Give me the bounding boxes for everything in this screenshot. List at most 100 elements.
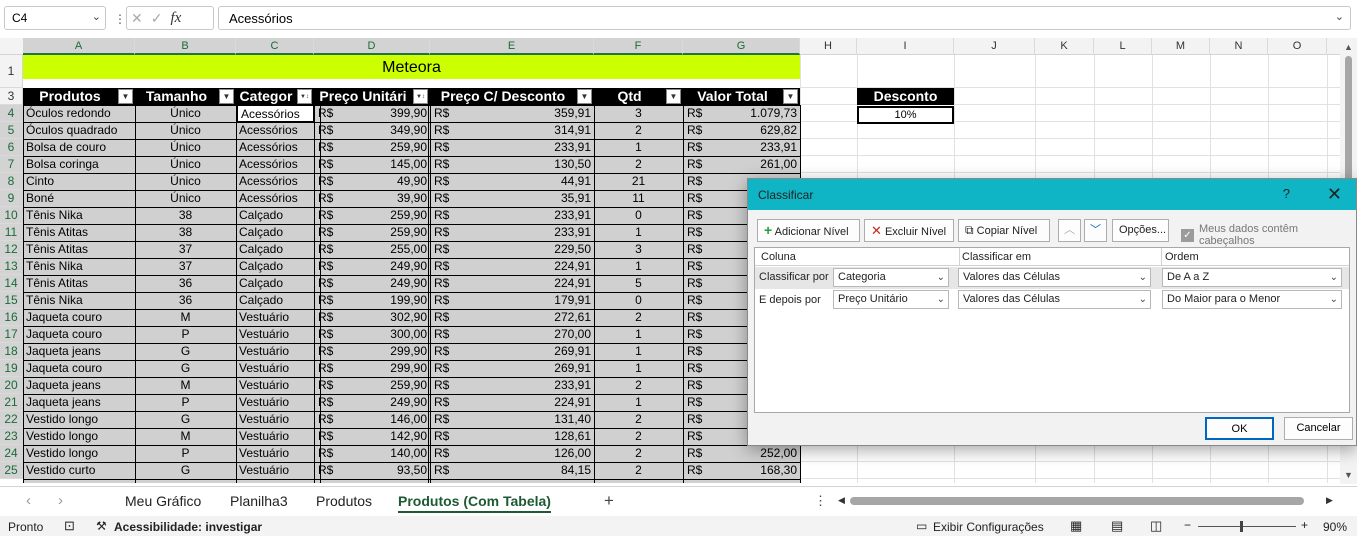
table-header-cell[interactable]: Tamanho	[135, 88, 218, 105]
order-select[interactable]: De A a Z ⌄	[1162, 268, 1342, 287]
row-header-21[interactable]: 21	[0, 394, 23, 411]
display-settings[interactable]: Exibir Configurações	[933, 520, 1044, 534]
table-cell[interactable]: 270,00	[430, 326, 594, 342]
table-cell[interactable]: 2	[594, 309, 683, 325]
close-icon[interactable]: ✕	[1327, 184, 1342, 205]
row-header-16[interactable]: 16	[0, 309, 23, 326]
table-cell[interactable]: Único	[135, 122, 236, 138]
zoom-slider-thumb[interactable]	[1240, 521, 1243, 532]
table-header-cell[interactable]: Produtos	[23, 88, 117, 105]
table-cell[interactable]: 1	[594, 394, 683, 410]
headers-checkbox[interactable]: ✓ Meus dados contêm cabeçalhos	[1181, 223, 1356, 247]
table-cell[interactable]: 269,91	[430, 343, 594, 359]
table-cell[interactable]: 131,40	[430, 411, 594, 427]
table-cell[interactable]: 224,91	[430, 258, 594, 274]
table-cell[interactable]: 3	[594, 241, 683, 257]
row-header-5[interactable]: 5	[0, 122, 23, 139]
table-cell[interactable]: Óculos redondo	[23, 105, 135, 121]
table-cell[interactable]: P	[135, 445, 236, 461]
table-cell[interactable]: Calçado	[236, 258, 314, 274]
column-header-o[interactable]: O	[1268, 38, 1327, 55]
chevron-down-icon[interactable]: ⌄	[1330, 269, 1338, 286]
table-cell[interactable]: Tênis Nika	[23, 207, 135, 223]
table-cell[interactable]: Jaqueta jeans	[23, 394, 135, 410]
table-cell[interactable]: Único	[135, 156, 236, 172]
table-cell[interactable]: 359,91	[430, 105, 594, 121]
table-cell[interactable]: 1	[594, 326, 683, 342]
column-header-b[interactable]: B	[135, 38, 236, 55]
row-header-25[interactable]: 25	[0, 462, 23, 479]
column-header-m[interactable]: M	[1152, 38, 1210, 55]
table-cell[interactable]: 0	[594, 207, 683, 223]
column-header-a[interactable]: A	[23, 38, 135, 55]
formula-input[interactable]: Acessórios ⌄	[218, 6, 1351, 30]
table-cell[interactable]: 35,91	[430, 190, 594, 206]
sort-filter-icon[interactable]: ▼↕	[413, 89, 428, 104]
table-cell[interactable]: 224,91	[430, 275, 594, 291]
table-cell[interactable]: Boné	[23, 190, 135, 206]
row-header-22[interactable]: 22	[0, 411, 23, 428]
table-cell[interactable]: 179,91	[430, 292, 594, 308]
column-header-c[interactable]: C	[236, 38, 314, 55]
filter-dropdown-icon[interactable]: ▼	[577, 89, 592, 104]
zoom-out-button[interactable]: −	[1184, 518, 1191, 532]
row-header-9[interactable]: 9	[0, 190, 23, 207]
row-header-14[interactable]: 14	[0, 275, 23, 292]
chevron-down-icon[interactable]: ⌄	[1139, 269, 1147, 286]
table-cell[interactable]: Acessórios	[236, 139, 314, 155]
delete-level-button[interactable]: ✕ Excluir Nível	[864, 219, 954, 242]
row-header-3[interactable]: 3	[0, 88, 23, 105]
scroll-left-icon[interactable]: ◀	[838, 495, 845, 506]
table-cell[interactable]: Único	[135, 105, 236, 121]
table-cell[interactable]: 2	[594, 462, 683, 478]
table-cell[interactable]: 2	[594, 428, 683, 444]
sort-on-select[interactable]: Valores das Células ⌄	[958, 290, 1151, 309]
table-cell[interactable]: Tênis Atitas	[23, 241, 135, 257]
row-header-6[interactable]: 6	[0, 139, 23, 156]
row-header-20[interactable]: 20	[0, 377, 23, 394]
chevron-down-icon[interactable]: ⌄	[92, 10, 101, 23]
table-cell[interactable]: Acessórios	[236, 173, 314, 189]
table-cell[interactable]: P	[135, 394, 236, 410]
table-cell[interactable]: Acessórios	[236, 156, 314, 172]
table-cell[interactable]: Óculos quadrado	[23, 122, 135, 138]
options-button[interactable]: Opções...	[1112, 219, 1169, 242]
table-cell[interactable]: M	[135, 377, 236, 393]
row-header-4[interactable]: 4	[0, 105, 23, 122]
row-header-24[interactable]: 24	[0, 445, 23, 462]
row-header-11[interactable]: 11	[0, 224, 23, 241]
table-cell[interactable]: Cinto	[23, 173, 135, 189]
table-cell[interactable]: Bolsa coringa	[23, 156, 135, 172]
table-cell[interactable]: Calçado	[236, 292, 314, 308]
table-cell[interactable]: Bolsa de couro	[23, 139, 135, 155]
table-cell[interactable]: 1	[594, 258, 683, 274]
table-cell[interactable]: 0	[594, 292, 683, 308]
table-cell[interactable]: 233,91	[430, 139, 594, 155]
table-header-cell[interactable]: Categor	[236, 88, 296, 105]
table-cell[interactable]: 1	[594, 139, 683, 155]
table-cell[interactable]: G	[135, 462, 236, 478]
horizontal-scrollbar-thumb[interactable]	[850, 497, 1304, 505]
table-cell[interactable]: Vestuário	[236, 462, 314, 478]
tab-next-icon[interactable]: ›	[58, 492, 63, 509]
table-cell[interactable]: 130,50	[430, 156, 594, 172]
table-cell[interactable]: Vestuário	[236, 394, 314, 410]
row-header-1[interactable]: 1	[0, 55, 23, 88]
scroll-up-icon[interactable]: ▲	[1344, 42, 1353, 52]
table-cell[interactable]: Calçado	[236, 207, 314, 223]
table-cell[interactable]: G	[135, 411, 236, 427]
column-header-d[interactable]: D	[314, 38, 430, 55]
table-cell[interactable]: Calçado	[236, 275, 314, 291]
table-cell[interactable]: Vestuário	[236, 411, 314, 427]
table-cell[interactable]: Vestuário	[236, 343, 314, 359]
table-header-cell[interactable]: Qtd	[594, 88, 665, 105]
name-box[interactable]: C4 ⌄	[4, 6, 106, 30]
table-cell[interactable]: Vestuário	[236, 309, 314, 325]
chevron-down-icon[interactable]: ⌄	[937, 291, 945, 308]
tab-produtos-com-tabela[interactable]: Produtos (Com Tabela)	[398, 493, 551, 513]
page-layout-icon[interactable]: ▤	[1111, 518, 1123, 534]
table-cell[interactable]: 1	[594, 343, 683, 359]
row-header-13[interactable]: 13	[0, 258, 23, 275]
table-cell[interactable]: Jaqueta couro	[23, 360, 135, 376]
table-cell[interactable]: 38	[135, 224, 236, 240]
